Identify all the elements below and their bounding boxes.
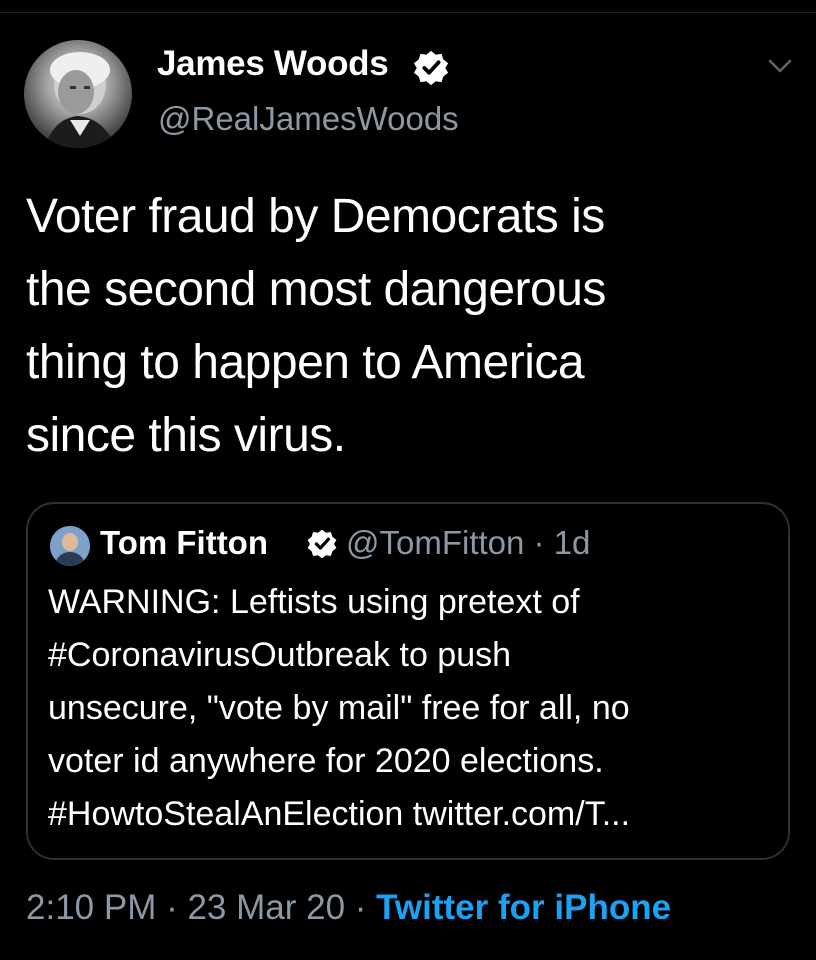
quoted-author-avatar <box>50 526 90 566</box>
quoted-author-handle-time: @TomFitton · 1d <box>346 524 591 561</box>
tweet-source-link[interactable]: Twitter for iPhone <box>376 888 671 927</box>
chevron-down-icon[interactable] <box>766 56 794 76</box>
author-name[interactable]: James Woods <box>157 44 389 84</box>
quoted-tweet-card[interactable]: Tom Fitton @TomFitton · 1d WARNING: Left… <box>26 502 790 860</box>
avatar-portrait-icon <box>50 526 90 566</box>
author-handle[interactable]: @RealJamesWoods <box>158 100 459 138</box>
author-avatar[interactable] <box>24 40 132 148</box>
timestamp-text: 2:10 PM · 23 Mar 20 · <box>26 888 377 927</box>
tweet-timestamp: 2:10 PM · 23 Mar 20 · Twitter for iPhone <box>26 888 671 928</box>
avatar-portrait-icon <box>44 52 116 148</box>
tweet-text: Voter fraud by Democrats is the second m… <box>26 190 606 462</box>
quoted-tweet-text: WARNING: Leftists using pretext of #Coro… <box>48 583 631 833</box>
quoted-author-name: Tom Fitton <box>100 524 268 561</box>
verified-check-icon <box>307 529 337 559</box>
verified-check-icon <box>413 50 449 86</box>
top-divider <box>0 0 816 13</box>
